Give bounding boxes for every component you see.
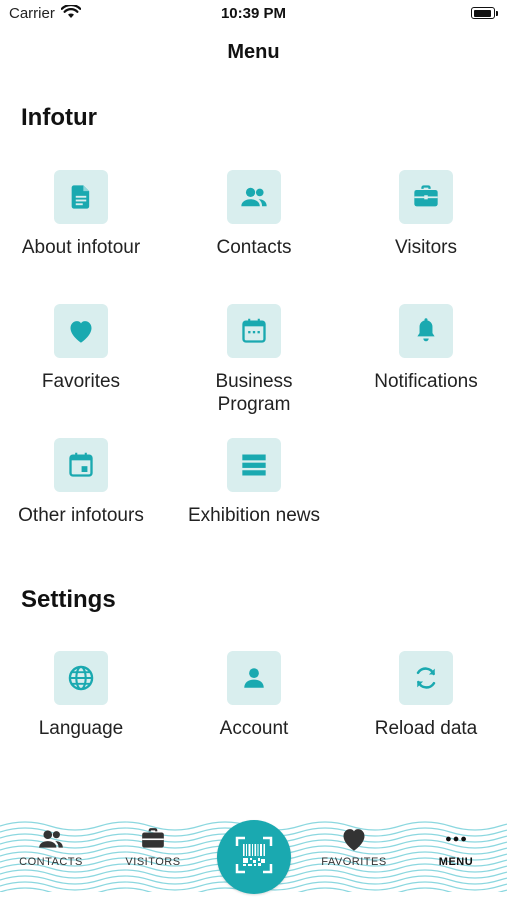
menu-item-label: Business Program [215,371,293,415]
menu-item-label: Exhibition news [187,505,321,526]
menu-item-label: Reload data [374,718,478,739]
more-icon [406,826,506,854]
tab-menu[interactable]: MENU [406,826,506,868]
bell-icon [399,304,453,358]
section-title-settings: Settings [21,586,116,613]
menu-item-exhibition-news[interactable]: Exhibition news [169,438,339,527]
calendar-icon [227,304,281,358]
menu-item-language[interactable]: Language [0,651,166,740]
tab-label: CONTACTS [19,856,83,868]
heart-icon [304,826,404,854]
battery-icon [471,7,498,19]
menu-item-label: About infotour [21,237,141,258]
menu-item-visitors[interactable]: Visitors [341,170,507,259]
barcode-scan-icon [234,835,274,880]
menu-item-about-infotour[interactable]: About infotour [0,170,166,259]
scan-barcode-button[interactable] [217,820,291,894]
briefcase-icon [103,826,203,854]
reload-icon [399,651,453,705]
people-icon [1,826,101,854]
menu-item-business-program[interactable]: Business Program [169,304,339,416]
tab-visitors[interactable]: VISITORS [103,826,203,868]
status-bar: Carrier 10:39 PM [0,0,507,30]
menu-item-label: Other infotours [18,505,144,526]
briefcase-icon [399,170,453,224]
people-icon [227,170,281,224]
menu-item-label: Language [38,718,124,739]
menu-item-label: Favorites [41,371,121,392]
menu-item-other-infotours[interactable]: Other infotours [0,438,166,527]
calendar-event-icon [54,438,108,492]
menu-item-reload-data[interactable]: Reload data [341,651,507,740]
tab-label: FAVORITES [321,856,387,868]
menu-item-label: Notifications [374,371,478,392]
menu-item-label: Contacts [216,237,292,258]
menu-item-label: Visitors [395,237,457,258]
tab-contacts[interactable]: CONTACTS [1,826,101,868]
heart-icon [54,304,108,358]
tab-label: VISITORS [125,856,181,868]
globe-icon [54,651,108,705]
menu-item-contacts[interactable]: Contacts [169,170,339,259]
tab-favorites[interactable]: FAVORITES [304,826,404,868]
menu-item-favorites[interactable]: Favorites [0,304,166,393]
menu-item-account[interactable]: Account [169,651,339,740]
clock: 10:39 PM [220,5,287,22]
tab-label: MENU [438,856,474,868]
menu-item-notifications[interactable]: Notifications [341,304,507,393]
person-icon [227,651,281,705]
section-title-infotur: Infotur [21,104,97,131]
document-icon [54,170,108,224]
menu-item-label: Account [219,718,289,739]
news-icon [227,438,281,492]
page-title: Menu [227,41,280,63]
